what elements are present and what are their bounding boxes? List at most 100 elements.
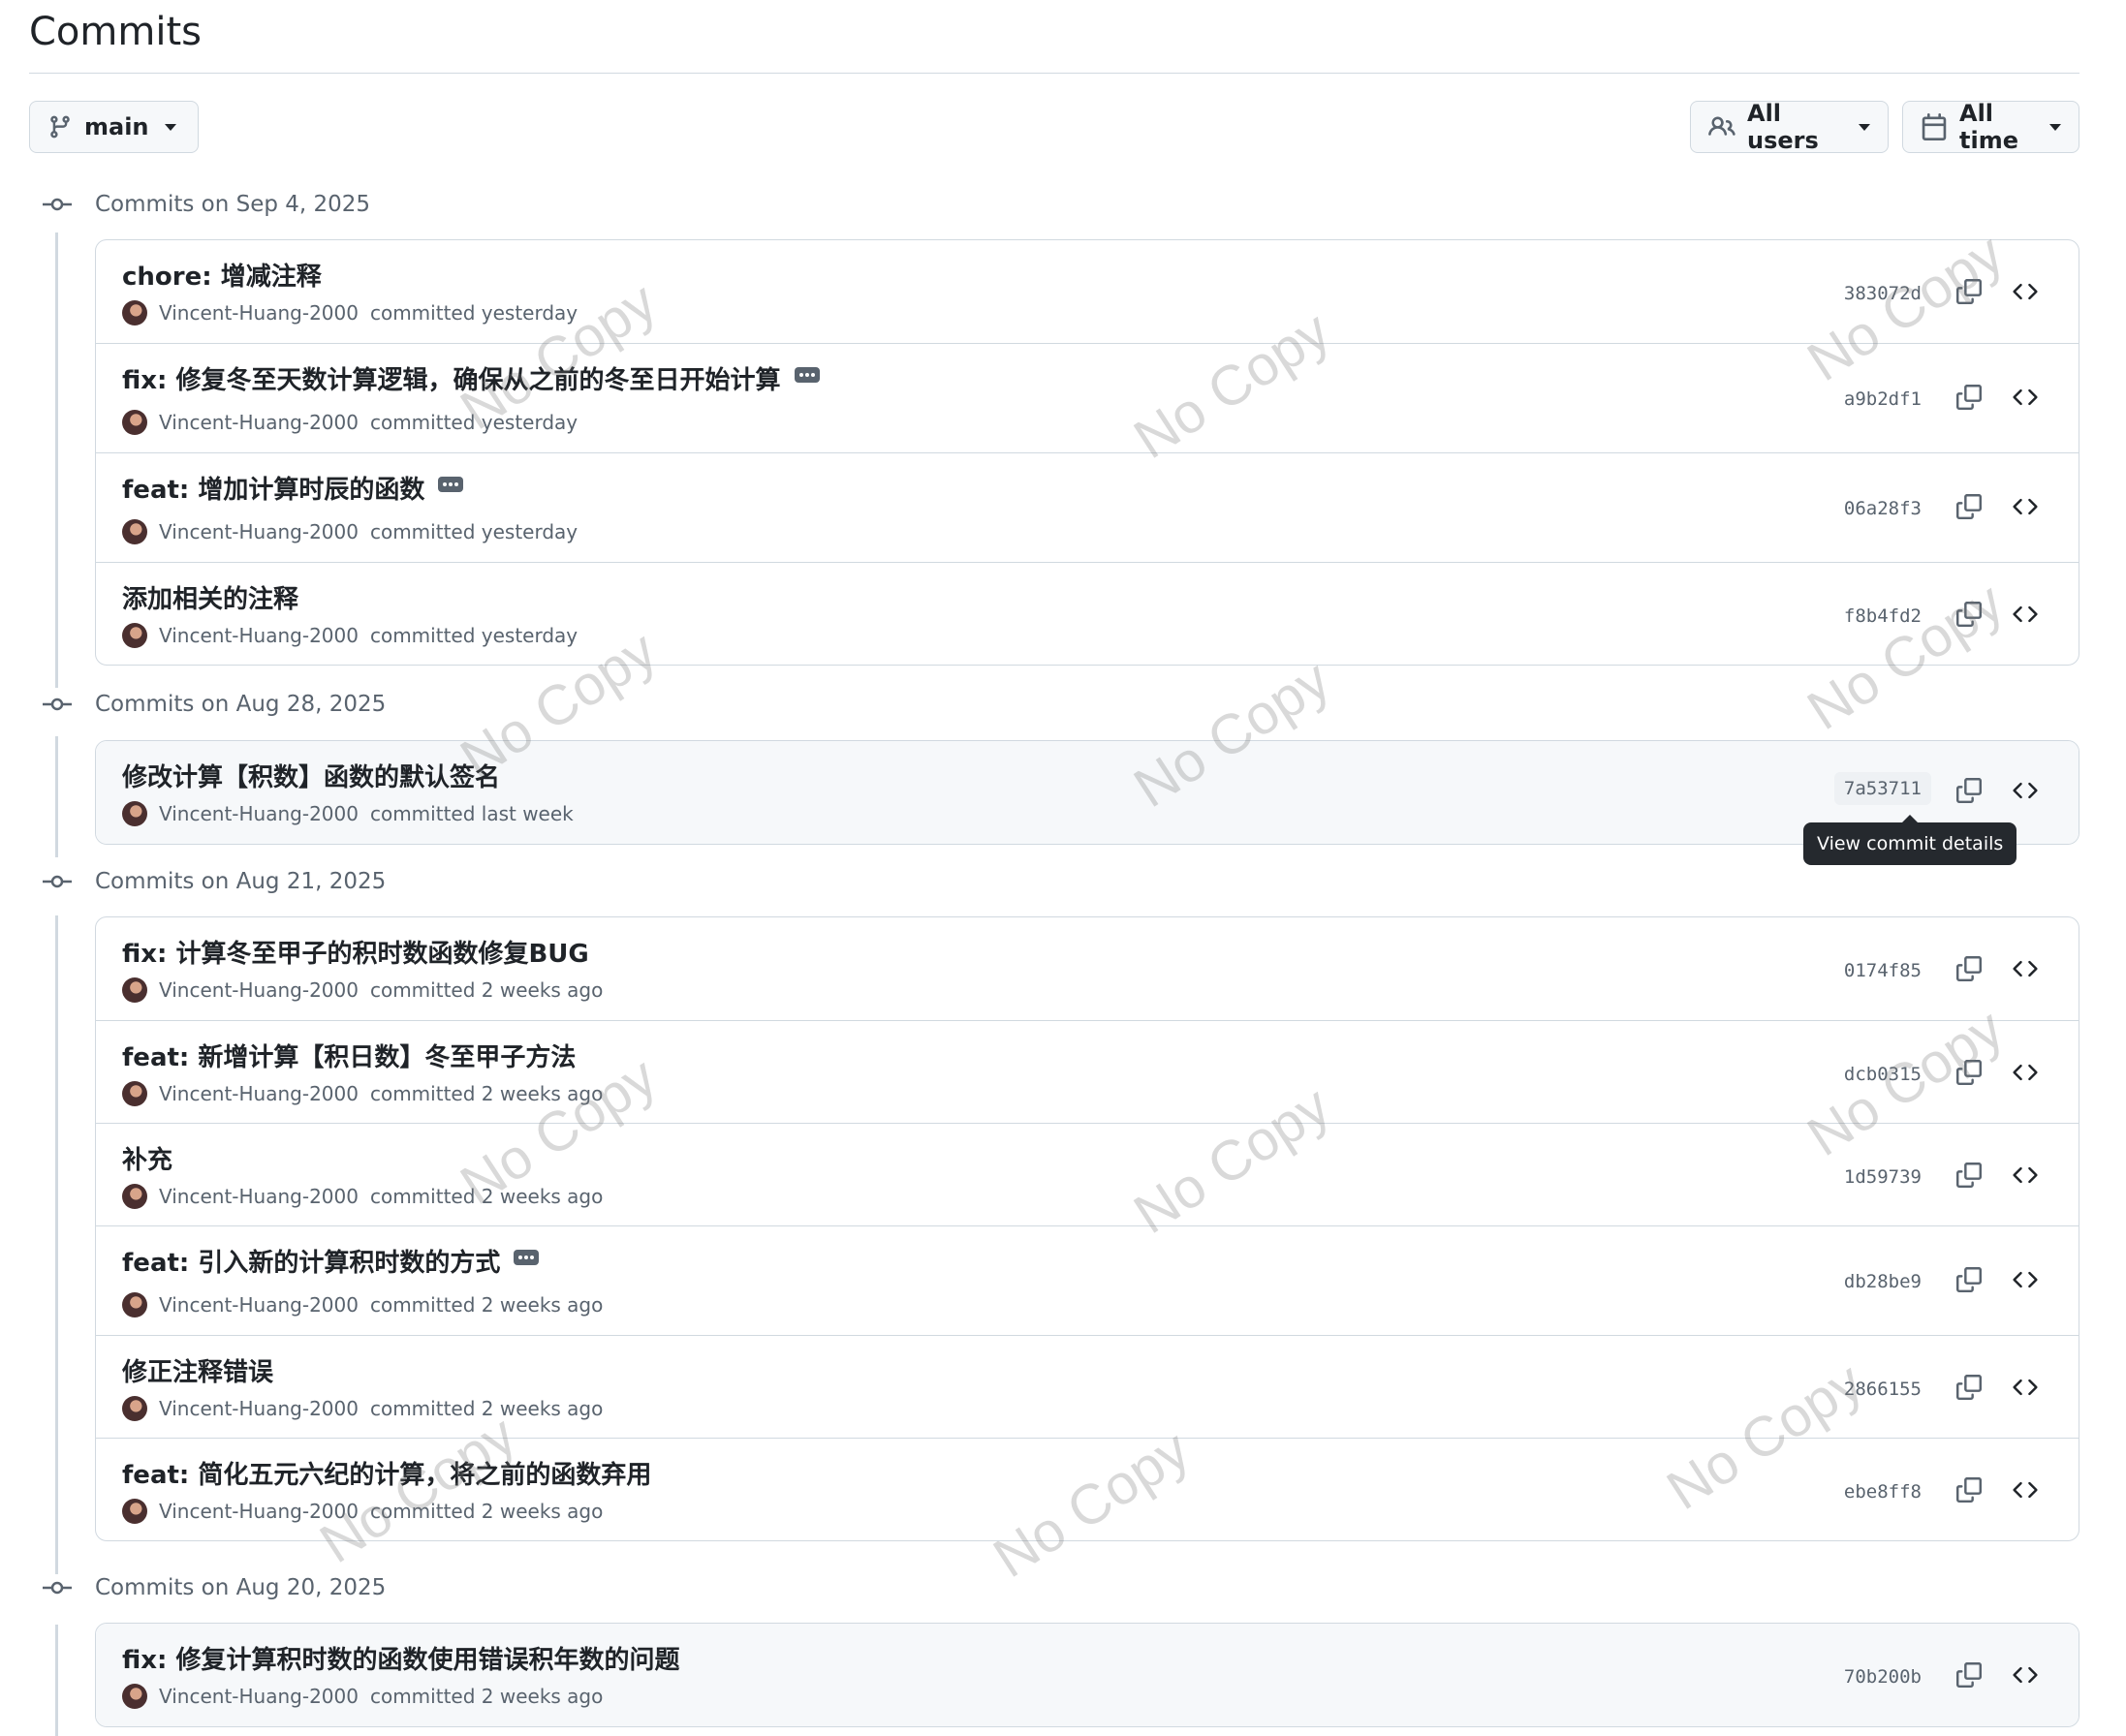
avatar[interactable] xyxy=(122,519,147,544)
avatar[interactable] xyxy=(122,1081,147,1106)
commit-time: committed 2 weeks ago xyxy=(369,1082,604,1105)
commit-message-link[interactable]: feat: 新增计算【积日数】冬至甲子方法 xyxy=(122,1038,576,1073)
commit-row: 修正注释错误 Vincent-Huang-2000 committed 2 wee… xyxy=(96,1335,2079,1438)
timeline-line xyxy=(55,1625,58,1736)
ellipsis-icon[interactable] xyxy=(514,1249,540,1265)
code-icon[interactable] xyxy=(2009,1263,2042,1296)
commit-message-link[interactable]: feat: 简化五元六纪的计算，将之前的函数弃用 xyxy=(122,1455,651,1491)
ellipsis-icon[interactable] xyxy=(438,476,464,492)
author-link[interactable]: Vincent-Huang-2000 xyxy=(159,1685,359,1708)
code-icon[interactable] xyxy=(2009,275,2042,308)
branch-select-button[interactable]: main xyxy=(29,101,199,153)
commit-sha-link[interactable]: 383072d xyxy=(1834,277,1931,310)
commit-sha-link[interactable]: a9b2df1 xyxy=(1834,383,1931,416)
commit-message-link[interactable]: 添加相关的注释 xyxy=(122,579,298,615)
timeline-line xyxy=(55,232,58,688)
commit-sha-link[interactable]: 0174f85 xyxy=(1834,954,1931,987)
commit-message-link[interactable]: fix: 修复计算积时数的函数使用错误积年数的问题 xyxy=(122,1640,680,1676)
code-icon[interactable] xyxy=(2009,1371,2042,1404)
commit-group-heading: Commits on Aug 28, 2025 xyxy=(43,685,386,724)
code-icon[interactable] xyxy=(2009,1473,2042,1506)
author-link[interactable]: Vincent-Huang-2000 xyxy=(159,624,359,647)
avatar[interactable] xyxy=(122,977,147,1003)
author-link[interactable]: Vincent-Huang-2000 xyxy=(159,1397,359,1420)
code-icon[interactable] xyxy=(2009,952,2042,985)
copy-icon[interactable] xyxy=(1953,952,1985,985)
copy-icon[interactable] xyxy=(1953,1056,1985,1089)
code-icon[interactable] xyxy=(2009,774,2042,807)
commit-time: committed 2 weeks ago xyxy=(369,1397,604,1420)
author-link[interactable]: Vincent-Huang-2000 xyxy=(159,1293,359,1317)
commit-time: committed 2 weeks ago xyxy=(369,978,604,1002)
author-link[interactable]: Vincent-Huang-2000 xyxy=(159,978,359,1002)
author-link[interactable]: Vincent-Huang-2000 xyxy=(159,1185,359,1208)
commit-sha-link[interactable]: 06a28f3 xyxy=(1834,492,1931,525)
commit-sha-link[interactable]: 2866155 xyxy=(1834,1373,1931,1406)
copy-icon[interactable] xyxy=(1953,1371,1985,1404)
chevron-down-icon xyxy=(2049,123,2061,131)
copy-icon[interactable] xyxy=(1953,598,1985,631)
commit-sha-link[interactable]: dcb0315 xyxy=(1834,1058,1931,1091)
commit-sha-link[interactable]: f8b4fd2 xyxy=(1834,600,1931,633)
commit-list: fix: 修复计算积时数的函数使用错误积年数的问题 Vincent-Huang-… xyxy=(95,1623,2079,1727)
users-filter-label: All users xyxy=(1747,100,1819,154)
avatar[interactable] xyxy=(122,1292,147,1318)
code-icon[interactable] xyxy=(2009,598,2042,631)
copy-icon[interactable] xyxy=(1953,275,1985,308)
copy-icon[interactable] xyxy=(1953,1658,1985,1691)
code-icon[interactable] xyxy=(2009,1159,2042,1192)
commit-sha-link[interactable]: 1d59739 xyxy=(1834,1161,1931,1194)
commit-message-link[interactable]: feat: 增加计算时辰的函数 xyxy=(122,470,424,506)
author-link[interactable]: Vincent-Huang-2000 xyxy=(159,1082,359,1105)
commit-message-link[interactable]: feat: 引入新的计算积时数的方式 xyxy=(122,1243,500,1279)
commit-sha-link[interactable]: db28be9 xyxy=(1834,1265,1931,1298)
commit-message-link[interactable]: fix: 计算冬至甲子的积时数函数修复BUG xyxy=(122,934,589,970)
commit-message-link[interactable]: 修改计算【积数】函数的默认签名 xyxy=(122,758,500,793)
commit-message-link[interactable]: 修正注释错误 xyxy=(122,1352,273,1388)
timeline-line xyxy=(55,915,58,1574)
users-filter-button[interactable]: All users xyxy=(1690,100,1889,154)
commit-group-heading: Commits on Aug 20, 2025 xyxy=(43,1568,386,1607)
group-date: Commits on Aug 28, 2025 xyxy=(95,692,387,717)
author-link[interactable]: Vincent-Huang-2000 xyxy=(159,802,359,825)
ellipsis-icon[interactable] xyxy=(794,366,820,383)
code-icon[interactable] xyxy=(2009,381,2042,414)
commit-sha-link[interactable]: 7a53711 xyxy=(1833,772,1931,805)
avatar[interactable] xyxy=(122,623,147,648)
commit-row: 添加相关的注释 Vincent-Huang-2000 committed yest… xyxy=(96,562,2079,665)
avatar[interactable] xyxy=(122,1499,147,1524)
commit-row: feat: 引入新的计算积时数的方式 Vincent-Huang-2000 com… xyxy=(96,1225,2079,1335)
commit-row: 补充 Vincent-Huang-2000 committed 2 weeks a… xyxy=(96,1123,2079,1225)
commit-list: 修改计算【积数】函数的默认签名 Vincent-Huang-2000 commit… xyxy=(95,740,2079,845)
avatar[interactable] xyxy=(122,410,147,435)
commit-sha-link[interactable]: 70b200b xyxy=(1834,1660,1931,1693)
avatar[interactable] xyxy=(122,1684,147,1709)
avatar[interactable] xyxy=(122,801,147,826)
commit-time: committed 2 weeks ago xyxy=(369,1293,604,1317)
copy-icon[interactable] xyxy=(1953,774,1985,807)
commit-sha-link[interactable]: ebe8ff8 xyxy=(1834,1475,1931,1508)
time-filter-button[interactable]: All time xyxy=(1902,100,2079,154)
copy-icon[interactable] xyxy=(1953,1159,1985,1192)
author-link[interactable]: Vincent-Huang-2000 xyxy=(159,520,359,543)
code-icon[interactable] xyxy=(2009,1056,2042,1089)
people-icon xyxy=(1708,113,1735,140)
avatar[interactable] xyxy=(122,300,147,326)
commit-message-link[interactable]: chore: 增减注释 xyxy=(122,257,322,293)
copy-icon[interactable] xyxy=(1953,381,1985,414)
copy-icon[interactable] xyxy=(1953,1473,1985,1506)
group-date: Commits on Aug 20, 2025 xyxy=(95,1575,387,1600)
avatar[interactable] xyxy=(122,1184,147,1209)
code-icon[interactable] xyxy=(2009,1658,2042,1691)
commit-group-heading: Commits on Aug 21, 2025 xyxy=(43,862,386,901)
avatar[interactable] xyxy=(122,1396,147,1421)
author-link[interactable]: Vincent-Huang-2000 xyxy=(159,301,359,325)
copy-icon[interactable] xyxy=(1953,490,1985,523)
commit-message-link[interactable]: fix: 修复冬至天数计算逻辑，确保从之前的冬至日开始计算 xyxy=(122,360,781,396)
author-link[interactable]: Vincent-Huang-2000 xyxy=(159,411,359,434)
code-icon[interactable] xyxy=(2009,490,2042,523)
author-link[interactable]: Vincent-Huang-2000 xyxy=(159,1500,359,1523)
copy-icon[interactable] xyxy=(1953,1263,1985,1296)
commit-row: chore: 增减注释 Vincent-Huang-2000 committed … xyxy=(96,240,2079,343)
commit-message-link[interactable]: 补充 xyxy=(122,1140,172,1176)
